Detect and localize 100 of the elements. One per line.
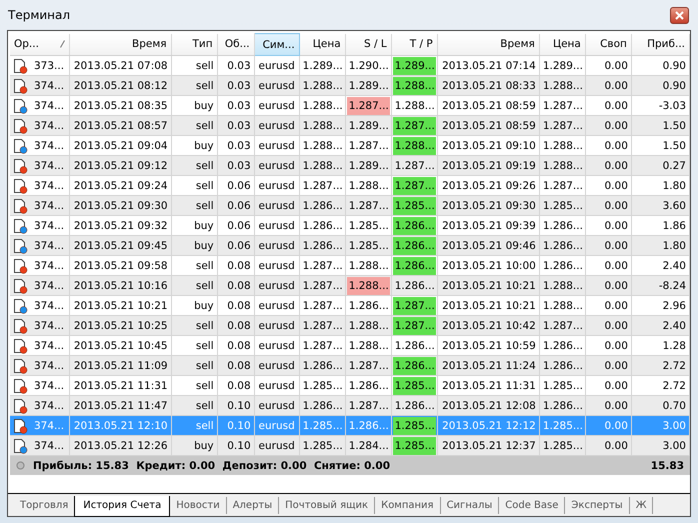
table-cell: 1.287... — [391, 316, 438, 336]
close-button[interactable] — [670, 6, 689, 24]
table-cell: 374... — [10, 196, 70, 216]
table-cell: 2013.05.21 12:10 — [69, 416, 172, 436]
column-header[interactable]: Время — [69, 34, 172, 56]
table-cell: 3.00 — [631, 436, 690, 456]
table-cell: 0.00 — [585, 76, 632, 96]
table-cell: 2.72 — [631, 356, 690, 376]
table-cell: 1.288... — [345, 276, 392, 296]
table-cell: 1.285... — [299, 436, 346, 456]
tab[interactable]: Новости — [170, 497, 227, 514]
table-cell: 0.00 — [585, 236, 632, 256]
column-header[interactable]: Тип — [171, 34, 218, 56]
column-header[interactable]: Время — [437, 34, 540, 56]
table-cell: 1.289... — [345, 76, 392, 96]
table-cell: 2013.05.21 09:30 — [437, 196, 540, 216]
table-cell: 1.286... — [299, 396, 346, 416]
table-cell: sell — [171, 76, 218, 96]
column-header[interactable]: T / P — [391, 34, 438, 56]
table-cell: 2013.05.21 12:26 — [69, 436, 172, 456]
table-cell: 2.40 — [631, 316, 690, 336]
tab[interactable]: Алерты — [226, 497, 280, 514]
table-cell: eurusd — [254, 76, 300, 96]
column-header[interactable]: Приб... — [631, 34, 690, 56]
table-cell: 0.00 — [585, 416, 632, 436]
order-icon — [13, 78, 28, 94]
table-cell: 1.285... — [391, 436, 438, 456]
table-cell: 1.287... — [391, 296, 438, 316]
table-cell: 1.285... — [391, 196, 438, 216]
table-cell: 2013.05.21 09:30 — [69, 196, 172, 216]
table-cell: 1.286... — [539, 356, 586, 376]
close-icon — [675, 10, 684, 20]
table-cell: 0.00 — [585, 196, 632, 216]
order-icon — [13, 178, 28, 194]
status-icon — [16, 461, 25, 470]
table-cell: 2013.05.21 09:46 — [437, 236, 540, 256]
sort-icon — [60, 40, 65, 48]
table-cell: 1.287... — [345, 196, 392, 216]
table-cell: 374... — [10, 316, 70, 336]
table-cell: sell — [171, 316, 218, 336]
order-icon — [13, 338, 28, 354]
table-cell: sell — [171, 416, 218, 436]
tab[interactable]: Сигналы — [440, 497, 500, 514]
table-cell: 1.284... — [345, 436, 392, 456]
table-cell: 1.286... — [539, 396, 586, 416]
column-header[interactable]: S / L — [345, 34, 392, 56]
table-cell: 1.288... — [299, 116, 346, 136]
table-cell: 1.286... — [391, 356, 438, 376]
column-header[interactable]: Об... — [217, 34, 254, 56]
order-icon — [13, 218, 28, 234]
table-cell: 0.00 — [585, 356, 632, 376]
table-cell: 0.00 — [585, 276, 632, 296]
table-cell: 1.287... — [345, 396, 392, 416]
tab[interactable]: Эксперты — [565, 497, 630, 514]
table-cell: 0.10 — [217, 396, 254, 416]
column-header[interactable]: Цена — [539, 34, 586, 56]
order-icon — [13, 398, 28, 414]
column-header[interactable]: Ор... — [10, 34, 70, 56]
tab[interactable]: История Счета — [74, 496, 170, 517]
tab[interactable]: Почтовый ящик — [279, 497, 376, 514]
table-cell: sell — [171, 276, 218, 296]
table-cell: sell — [171, 196, 218, 216]
table-cell: 2013.05.21 08:33 — [437, 76, 540, 96]
table-cell: 2013.05.21 08:12 — [69, 76, 172, 96]
column-header[interactable]: Цена — [299, 34, 346, 56]
table-cell: 1.286... — [539, 236, 586, 256]
table-cell: 374... — [10, 156, 70, 176]
table-cell: 1.286... — [391, 256, 438, 276]
column-header[interactable]: Своп — [585, 34, 632, 56]
table-cell: 1.287... — [539, 116, 586, 136]
order-icon — [13, 318, 28, 334]
total-profit: 15.83 — [650, 460, 684, 472]
table-cell: 2013.05.21 08:57 — [69, 116, 172, 136]
table-cell: 374... — [10, 416, 70, 436]
table-cell: 1.80 — [631, 236, 690, 256]
table-cell: 2013.05.21 10:25 — [69, 316, 172, 336]
table-cell: 374... — [10, 276, 70, 296]
tab[interactable]: Code Base — [499, 497, 566, 514]
order-icon — [13, 98, 28, 114]
tab[interactable]: Ж — [630, 497, 654, 514]
table-cell: eurusd — [254, 316, 300, 336]
column-header[interactable]: Сим... — [254, 34, 300, 56]
table-cell: sell — [171, 356, 218, 376]
table-cell: 2013.05.21 09:12 — [69, 156, 172, 176]
table-cell: 0.27 — [631, 156, 690, 176]
order-icon — [13, 378, 28, 394]
tab[interactable]: Компания — [375, 497, 441, 514]
table-cell: 1.288... — [391, 136, 438, 156]
table-cell: 2013.05.21 12:37 — [437, 436, 540, 456]
table-cell: 0.70 — [631, 396, 690, 416]
table-cell: 3.60 — [631, 196, 690, 216]
table-cell: buy — [171, 436, 218, 456]
table-cell: 2013.05.21 09:19 — [437, 156, 540, 176]
table-cell: 1.286... — [345, 416, 392, 436]
order-icon — [13, 58, 28, 74]
table-cell: 1.288... — [539, 156, 586, 176]
order-icon — [13, 278, 28, 294]
table-cell: 0.06 — [217, 236, 254, 256]
table-cell: 1.289... — [391, 56, 438, 76]
table-cell: 2013.05.21 11:47 — [69, 396, 172, 416]
